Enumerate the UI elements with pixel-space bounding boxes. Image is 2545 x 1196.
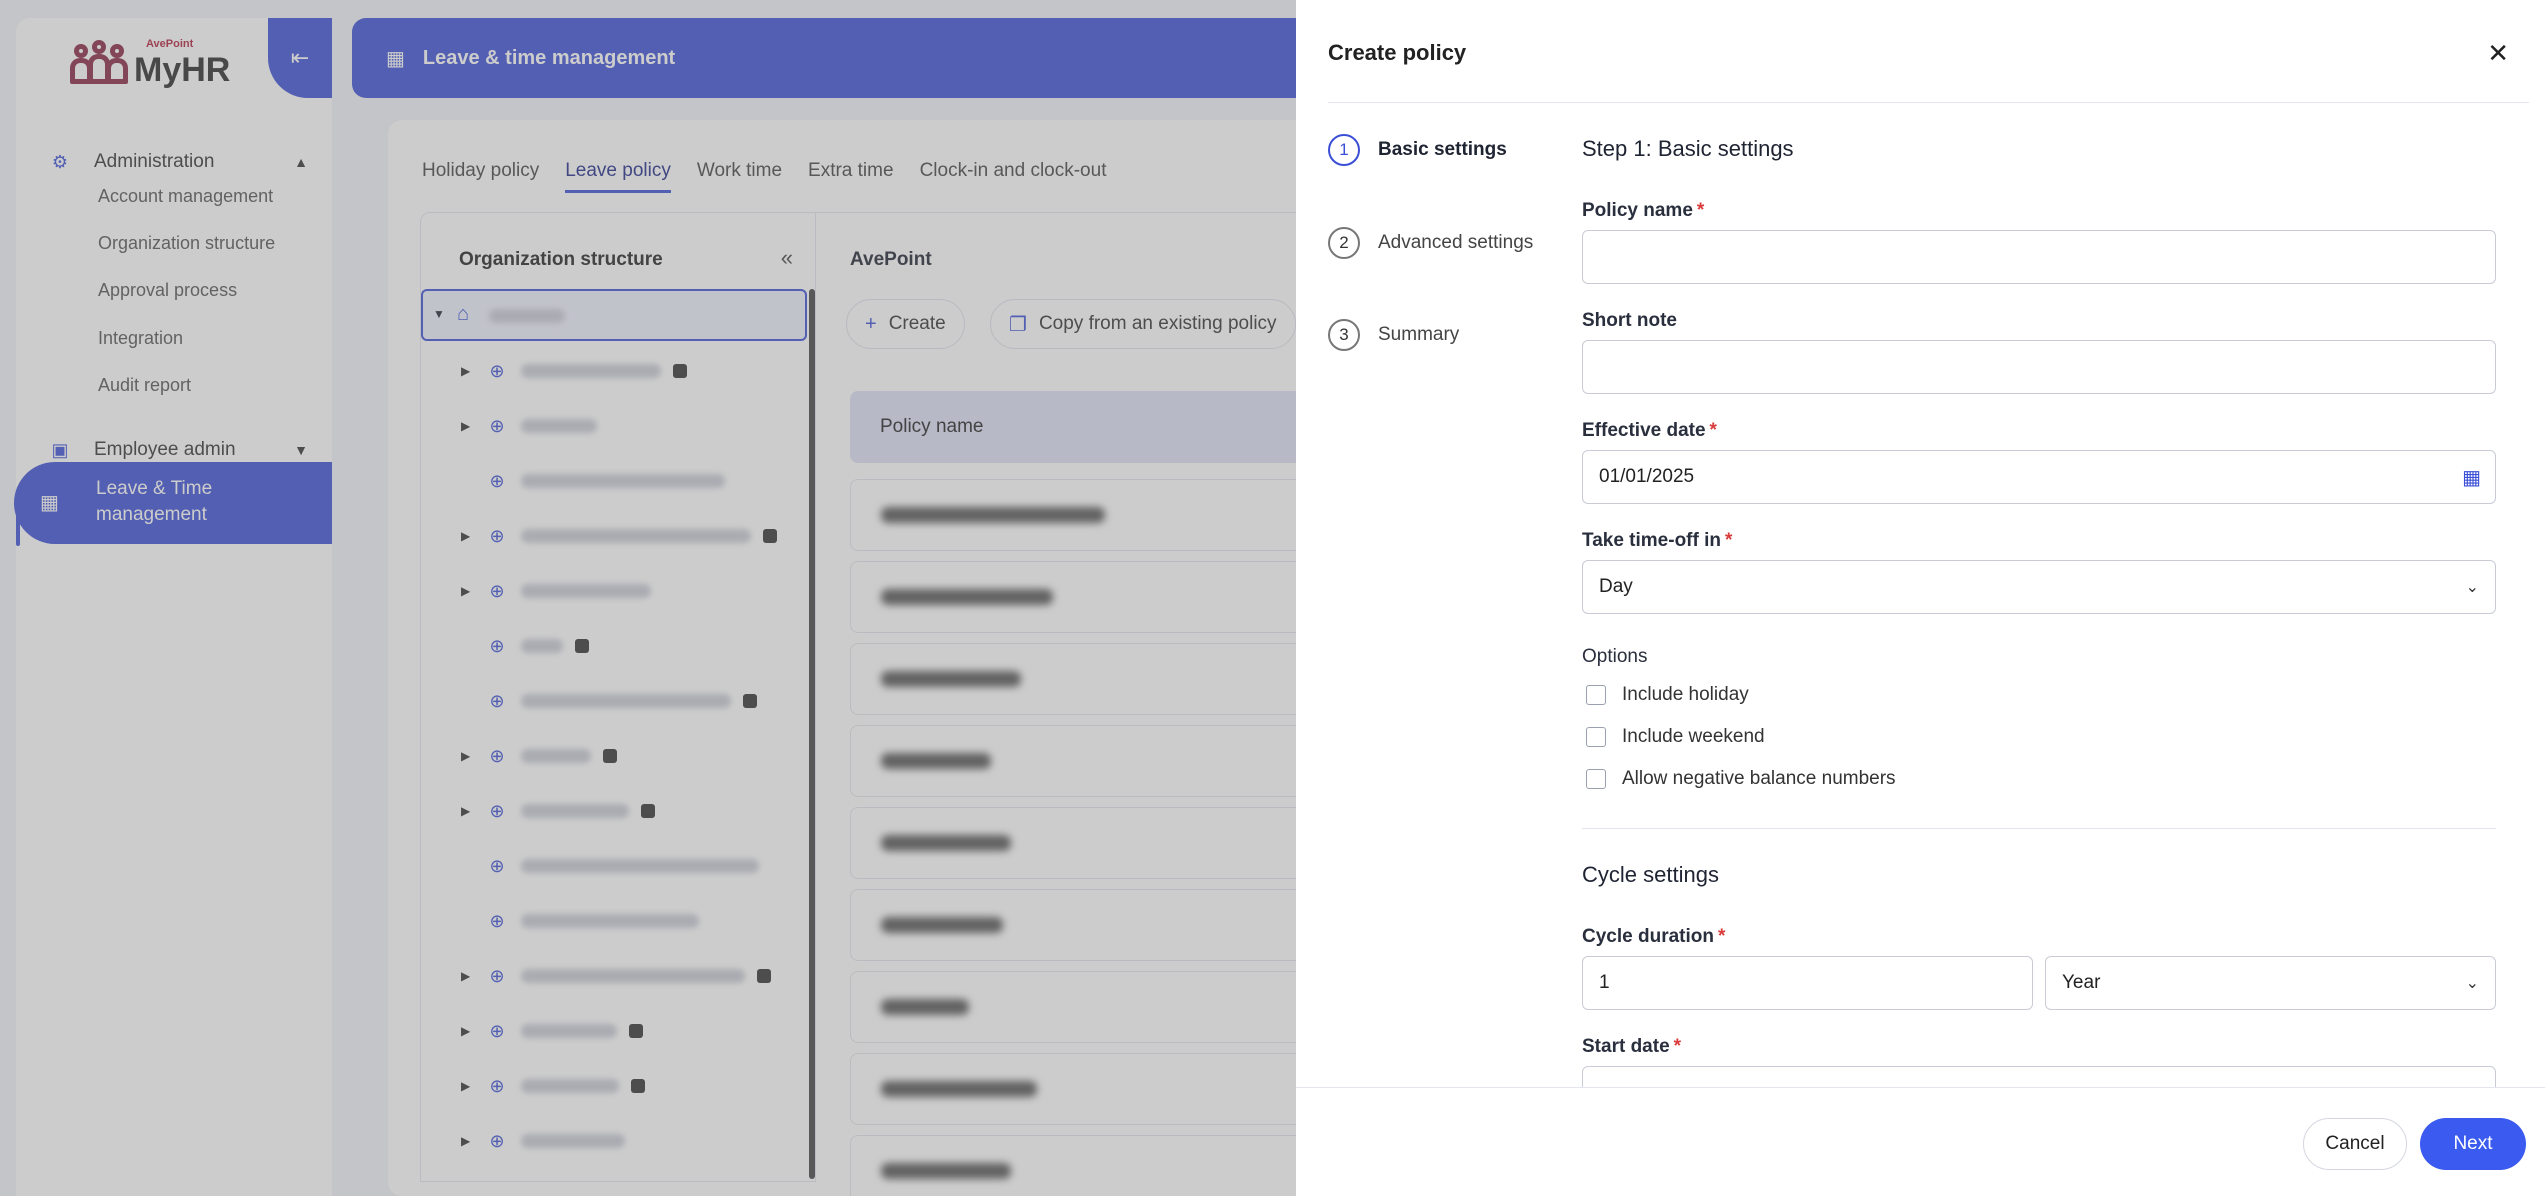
policy-name-label-text: Policy name bbox=[1582, 200, 1693, 221]
short-note-label: Short note bbox=[1582, 310, 1677, 332]
close-icon[interactable]: ✕ bbox=[2487, 38, 2509, 69]
next-button[interactable]: Next bbox=[2420, 1118, 2526, 1170]
include-holiday-checkbox[interactable]: Include holiday bbox=[1586, 684, 1749, 706]
required-mark: * bbox=[1696, 200, 1705, 221]
step-summary[interactable]: 3 Summary bbox=[1328, 319, 1459, 351]
cycle-duration-value: 1 bbox=[1599, 972, 1610, 993]
cycle-duration-label: Cycle duration * bbox=[1582, 926, 1725, 948]
checkbox-box bbox=[1586, 769, 1606, 789]
checkbox-label: Include holiday bbox=[1622, 684, 1749, 705]
time-off-select[interactable]: Day ⌄ bbox=[1582, 560, 2496, 614]
short-note-label-text: Short note bbox=[1582, 310, 1677, 331]
time-off-value: Day bbox=[1599, 576, 1633, 597]
include-weekend-checkbox[interactable]: Include weekend bbox=[1586, 726, 1765, 748]
drawer-footer: Cancel Next bbox=[1296, 1087, 2545, 1196]
options-label: Options bbox=[1582, 646, 1648, 667]
checkbox-box bbox=[1586, 685, 1606, 705]
time-off-label-text: Take time-off in bbox=[1582, 530, 1721, 551]
time-off-label: Take time-off in * bbox=[1582, 530, 1732, 552]
required-mark: * bbox=[1673, 1036, 1682, 1057]
start-date-label-text: Start date bbox=[1582, 1036, 1670, 1057]
effective-date-value: 01/01/2025 bbox=[1599, 466, 1695, 487]
cycle-unit-value: Year bbox=[2062, 972, 2101, 993]
divider bbox=[1328, 102, 2529, 103]
chevron-down-icon: ⌄ bbox=[2465, 579, 2479, 596]
required-mark: * bbox=[1717, 926, 1726, 947]
step-number: 1 bbox=[1328, 134, 1360, 166]
cycle-duration-input[interactable]: 1 bbox=[1582, 956, 2033, 1010]
policy-name-label: Policy name * bbox=[1582, 200, 1704, 222]
create-policy-drawer: Create policy ✕ 1 Basic settings 2 Advan… bbox=[1296, 0, 2545, 1196]
required-mark: * bbox=[1709, 420, 1717, 441]
policy-name-input[interactable] bbox=[1582, 230, 2496, 284]
cycle-settings-heading: Cycle settings bbox=[1582, 862, 1719, 887]
step-label: Summary bbox=[1378, 324, 1460, 345]
step-basic-settings[interactable]: 1 Basic settings bbox=[1328, 134, 1507, 166]
step-label: Advanced settings bbox=[1378, 232, 1534, 253]
step-number: 3 bbox=[1328, 319, 1360, 351]
cycle-unit-select[interactable]: Year ⌄ bbox=[2045, 956, 2496, 1010]
required-mark: * bbox=[1725, 530, 1733, 551]
step-heading: Step 1: Basic settings bbox=[1582, 136, 1794, 161]
checkbox-label: Allow negative balance numbers bbox=[1622, 768, 1896, 789]
effective-date-label: Effective date * bbox=[1582, 420, 1717, 442]
checkbox-box bbox=[1586, 727, 1606, 747]
effective-date-input[interactable]: 01/01/2025 ▦ bbox=[1582, 450, 2496, 504]
step-advanced-settings[interactable]: 2 Advanced settings bbox=[1328, 227, 1533, 259]
checkbox-label: Include weekend bbox=[1622, 726, 1765, 747]
divider bbox=[1582, 828, 2496, 829]
short-note-input[interactable] bbox=[1582, 340, 2496, 394]
cycle-duration-label-text: Cycle duration bbox=[1582, 926, 1714, 947]
allow-negative-balance-checkbox[interactable]: Allow negative balance numbers bbox=[1586, 768, 1896, 790]
step-number: 2 bbox=[1328, 227, 1360, 259]
start-date-label: Start date * bbox=[1582, 1036, 1681, 1058]
drawer-title: Create policy bbox=[1328, 40, 1467, 65]
cancel-button[interactable]: Cancel bbox=[2303, 1118, 2407, 1170]
calendar-icon[interactable]: ▦ bbox=[2462, 465, 2481, 490]
effective-date-label-text: Effective date bbox=[1582, 420, 1706, 441]
chevron-down-icon: ⌄ bbox=[2465, 975, 2479, 992]
step-label: Basic settings bbox=[1378, 139, 1507, 160]
